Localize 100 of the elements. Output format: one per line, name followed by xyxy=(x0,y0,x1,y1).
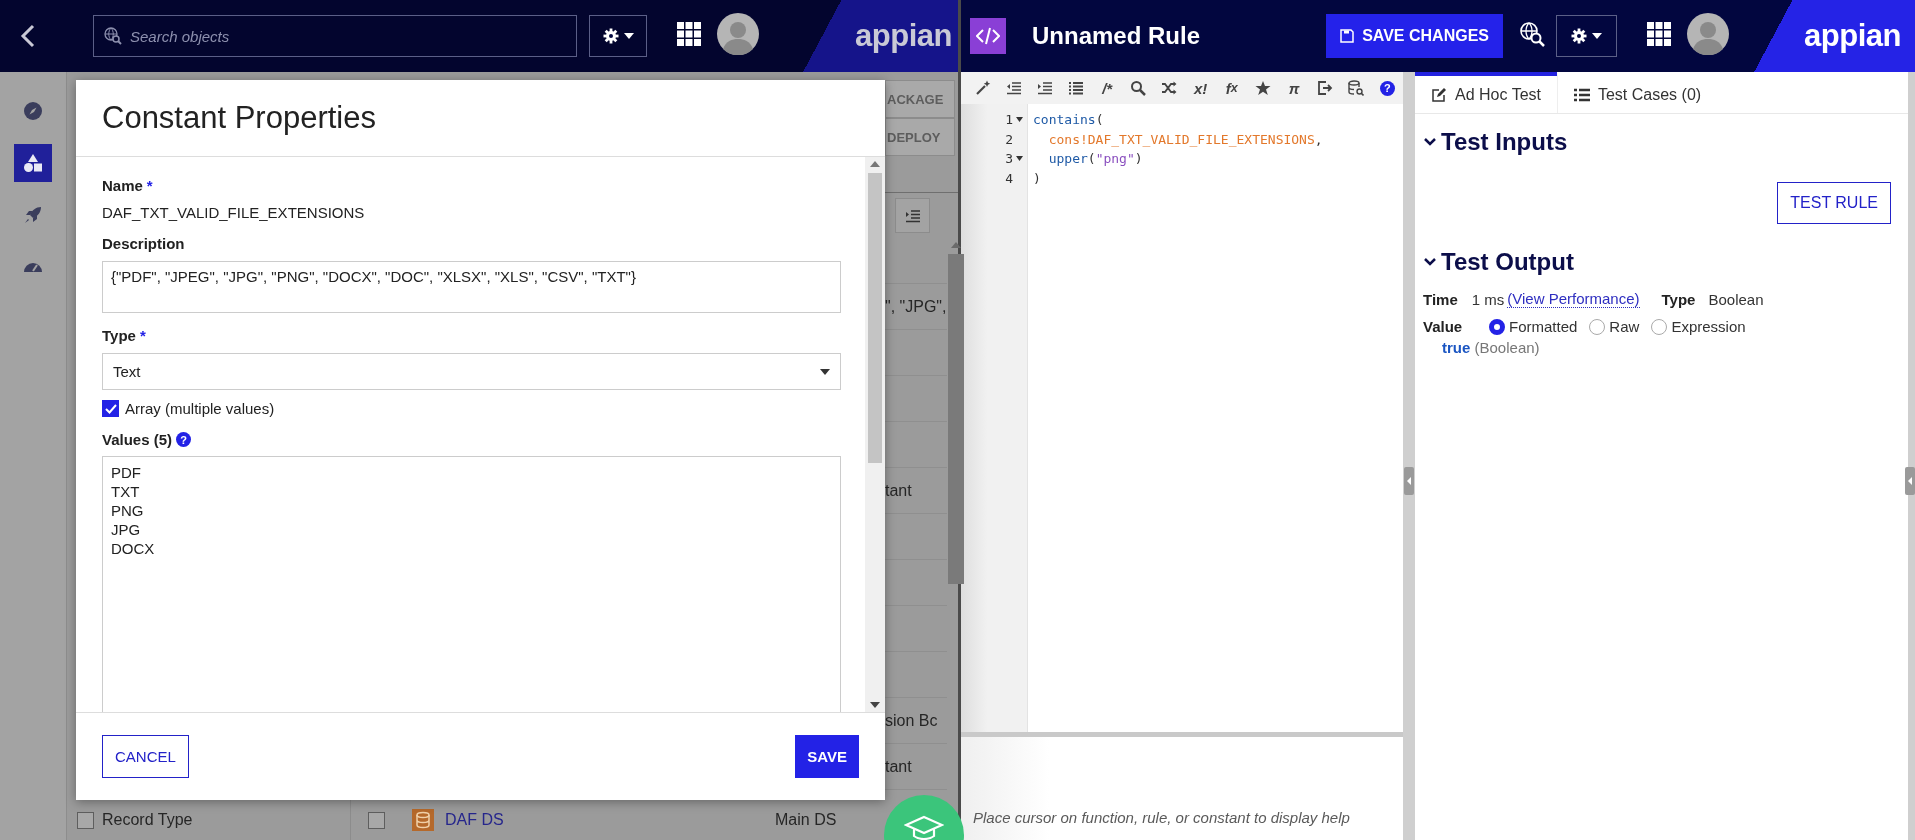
search-field[interactable]: Search objects xyxy=(93,15,577,57)
code-line: ) xyxy=(1033,170,1041,186)
save-button[interactable]: SAVE xyxy=(795,735,859,778)
fold-icon[interactable] xyxy=(1016,156,1023,162)
cancel-button[interactable]: CANCEL xyxy=(102,735,189,778)
line-number: 2 xyxy=(1005,131,1013,147)
description-field[interactable]: {"PDF", "JPEG", "JPG", "PNG", "DOCX", "DOC", "XLSX", "XLS", "CSV", "TXT"} xyxy=(102,261,841,313)
help-icon[interactable]: ? xyxy=(176,432,192,447)
field-label: Name xyxy=(102,177,143,194)
code-line: cons!DAF_TXT_VALID_FILE_EXTENSIONS, xyxy=(1047,131,1323,147)
save-changes-button[interactable]: SAVE CHANGES xyxy=(1326,14,1503,58)
code-line: upper("png") xyxy=(1047,151,1143,167)
compass-icon xyxy=(23,101,43,121)
settings-icon xyxy=(602,28,619,44)
field-label: Type xyxy=(102,327,136,344)
outdent-icon[interactable] xyxy=(1005,80,1022,96)
table-cell: tant xyxy=(885,757,912,776)
field-label: Time xyxy=(1423,290,1458,308)
field-label: Description xyxy=(102,235,185,252)
shuffle-icon[interactable] xyxy=(1161,80,1178,96)
rule-title: Unnamed Rule xyxy=(1032,22,1202,50)
avatar-icon[interactable] xyxy=(717,13,759,55)
scrollbar-thumb[interactable] xyxy=(947,254,964,584)
line-number: 1 xyxy=(1005,112,1013,128)
settings-button[interactable] xyxy=(1556,15,1617,57)
field-label: Value xyxy=(1423,318,1464,335)
indent-icon[interactable] xyxy=(1036,80,1053,96)
collapse-handle-icon[interactable] xyxy=(1905,467,1915,495)
check-icon xyxy=(104,402,117,415)
sidebar-item[interactable] xyxy=(14,144,52,182)
checkbox[interactable] xyxy=(367,811,385,829)
checkbox[interactable] xyxy=(77,811,94,829)
format-radio[interactable]: Raw xyxy=(1589,318,1640,335)
database-icon xyxy=(412,809,434,831)
checkbox-label: Record Type xyxy=(102,811,193,829)
dialog-title: Constant Properties xyxy=(102,100,376,136)
format-radio[interactable]: Formatted xyxy=(1489,318,1578,335)
caret-icon xyxy=(820,368,830,375)
app-grid-icon[interactable] xyxy=(677,22,701,46)
export-icon[interactable] xyxy=(1317,80,1334,96)
avatar-icon[interactable] xyxy=(1687,13,1729,55)
settings-icon xyxy=(1571,28,1587,44)
toolbar-button[interactable]: x! xyxy=(1185,74,1217,102)
values-field[interactable]: PDF TXT PNG JPG DOCX xyxy=(102,456,841,712)
field-label: Type xyxy=(1661,290,1696,308)
type-dropdown[interactable]: Text xyxy=(102,353,841,390)
back-icon[interactable] xyxy=(20,24,36,48)
magic-wand-icon[interactable] xyxy=(974,80,991,96)
field-label: Values (5) xyxy=(102,431,173,448)
fold-icon[interactable] xyxy=(1016,117,1023,123)
required-mark: * xyxy=(146,177,153,194)
help-button[interactable]: ? xyxy=(1371,74,1403,102)
rocket-icon xyxy=(23,205,43,225)
toolbar-button[interactable]: /* xyxy=(1091,74,1123,102)
scroll-up-icon xyxy=(870,161,880,167)
type-value: Boolean xyxy=(1708,290,1764,308)
code-icon xyxy=(976,27,1000,45)
section-title: Test Inputs xyxy=(1441,128,1568,156)
globe-search-icon xyxy=(104,27,122,45)
code-line: contains( xyxy=(1033,112,1104,128)
line-number: 3 xyxy=(1005,151,1013,167)
table-cell: tant xyxy=(885,481,912,500)
indent-icon xyxy=(904,207,921,224)
table-cell: sion Bc xyxy=(885,711,938,730)
checkbox[interactable] xyxy=(102,400,119,417)
toolbar-button[interactable]: π xyxy=(1278,74,1310,102)
settings-button[interactable] xyxy=(589,15,647,57)
globe-search-icon[interactable] xyxy=(1519,21,1545,47)
graduation-cap-icon xyxy=(904,815,944,840)
database-search-icon[interactable] xyxy=(1348,80,1365,96)
caret-icon xyxy=(623,33,634,39)
edit-icon xyxy=(1431,86,1447,103)
logo: appian xyxy=(1804,18,1901,54)
scroll-up-icon xyxy=(950,242,961,248)
result-value: true (Boolean) xyxy=(1442,339,1540,356)
app-grid-icon[interactable] xyxy=(1647,22,1671,46)
scrollbar-thumb[interactable] xyxy=(868,173,882,463)
section-title: Test Output xyxy=(1441,248,1574,276)
checkbox-label: Array (multiple values) xyxy=(125,400,275,417)
help-text: Place cursor on function, rule, or constant to display help xyxy=(973,809,1350,826)
collapse-handle-icon[interactable] xyxy=(1404,467,1414,495)
name-value: DAF_TXT_VALID_FILE_EXTENSIONS xyxy=(102,204,366,221)
save-icon xyxy=(1340,29,1355,43)
test-rule-button[interactable]: TEST RULE xyxy=(1777,182,1891,224)
star-icon[interactable] xyxy=(1254,80,1271,96)
format-radio[interactable]: Expression xyxy=(1651,318,1746,335)
scroll-down-icon xyxy=(870,702,880,708)
required-mark: * xyxy=(139,327,146,344)
list-icon xyxy=(1573,87,1590,102)
view-performance-link[interactable]: (View Performance) xyxy=(1507,290,1640,308)
table-cell: Main DS xyxy=(775,811,837,829)
table-cell: ", "JPG", xyxy=(885,297,947,316)
logo: appian xyxy=(855,18,952,54)
caret-icon xyxy=(1592,33,1602,39)
object-link[interactable]: DAF DS xyxy=(445,811,775,829)
search-icon[interactable] xyxy=(1130,80,1147,96)
time-value: 1 ms xyxy=(1471,290,1505,308)
indent-button[interactable] xyxy=(895,198,930,233)
list-icon[interactable] xyxy=(1068,80,1084,96)
line-number: 4 xyxy=(1005,170,1013,186)
